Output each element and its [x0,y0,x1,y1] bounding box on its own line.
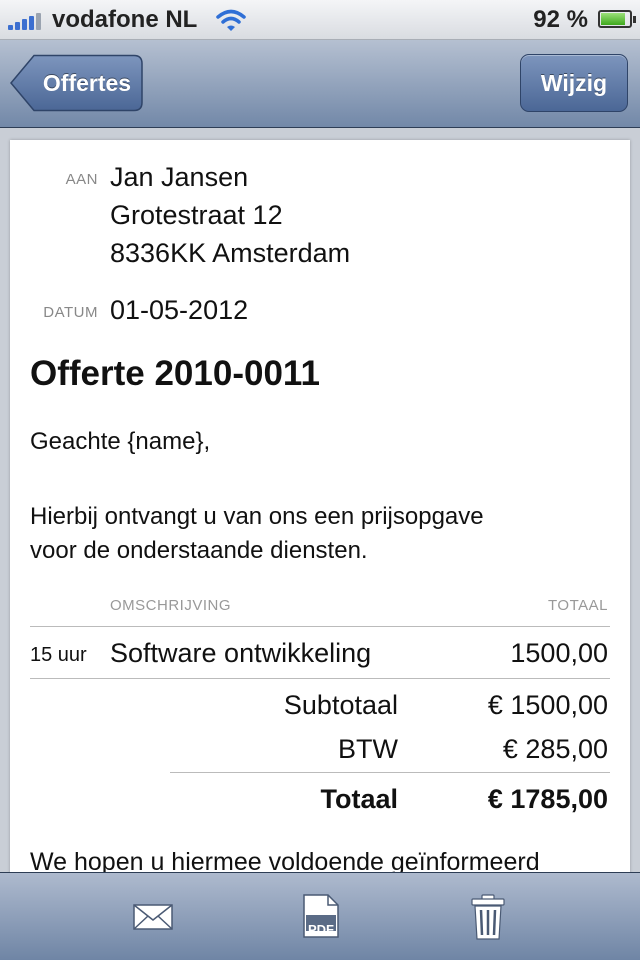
totals-divider [170,772,610,773]
pdf-icon-label: PDF [308,922,334,937]
vat-value: € 285,00 [502,734,608,764]
intro-line-2: voor de onderstaande diensten. [30,537,368,564]
column-header-total: TOTAAL [548,597,608,614]
greeting: Geachte {name}, [30,428,211,455]
total-value: € 1785,00 [487,784,608,814]
delete-button[interactable] [458,889,518,945]
quote-title: Offerte 2010-0011 [30,354,320,393]
mail-icon [133,904,173,930]
recipient-name: Jan Jansen [110,162,249,192]
vat-label: BTW [338,734,398,764]
subtotal-value: € 1500,00 [487,690,608,720]
status-bar: vodafone NL 92 % [0,0,640,40]
trash-icon [471,894,505,940]
edit-button[interactable]: Wijzig [520,54,628,112]
carrier-name: vodafone NL [52,6,198,33]
date-label: DATUM [43,304,98,321]
signal-strength-icon [8,12,48,30]
pdf-button[interactable]: PDF [290,889,350,945]
line-item-quantity: 15 uur [30,644,87,666]
quote-date: 01-05-2012 [110,295,249,325]
battery-percentage: 92 % [533,6,588,33]
intro-line-1: Hierbij ontvangt u van ons een prijsopga… [30,503,484,530]
subtotal-label: Subtotaal [283,690,398,720]
line-item-total: 1500,00 [510,638,608,668]
header-divider [30,626,610,627]
column-header-description: OMSCHRIJVING [110,597,232,614]
wifi-icon [216,9,246,31]
battery-fill [601,13,625,25]
total-label: Totaal [320,784,398,814]
quote-document: AAN Jan Jansen Grotestraat 12 8336KK Ams… [10,140,630,900]
items-divider [30,678,610,679]
navigation-bar: Offertes Wijzig [0,40,640,128]
recipient-street: Grotestraat 12 [110,200,283,230]
to-label: AAN [65,171,98,188]
mail-button[interactable] [122,889,182,945]
recipient-city: 8336KK Amsterdam [110,238,351,268]
line-item-description: Software ontwikkeling [110,638,372,668]
battery-icon [598,10,636,28]
bottom-toolbar: PDF [0,872,640,960]
back-button-label: Offertes [42,70,132,96]
back-button[interactable]: Offertes [10,54,144,112]
